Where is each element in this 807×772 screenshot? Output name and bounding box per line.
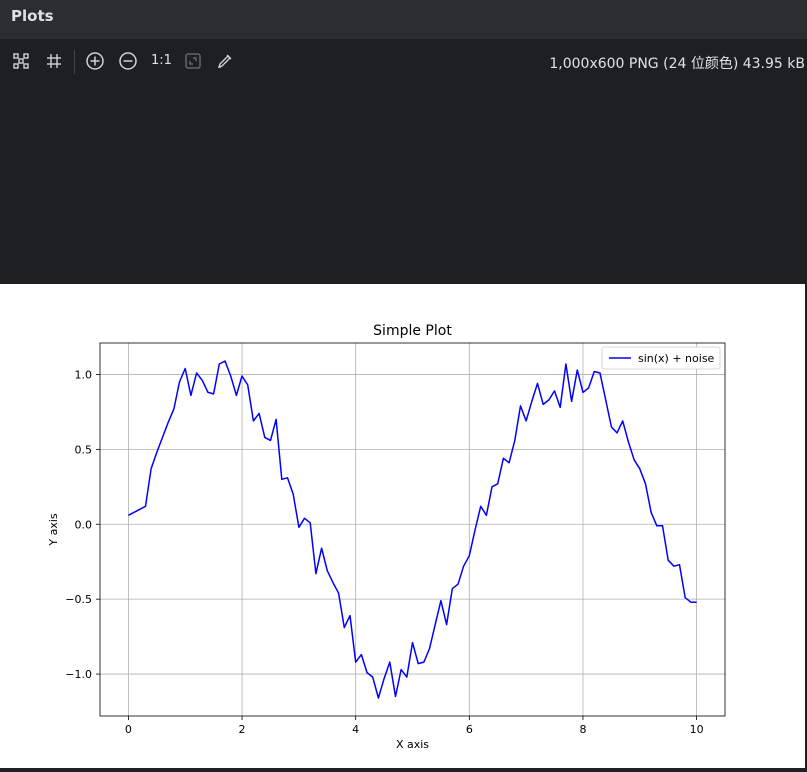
- x-tick-label: 4: [352, 723, 359, 736]
- y-tick-label: −1.0: [65, 668, 92, 681]
- title-bar: Plots: [0, 0, 807, 39]
- zoom-in-icon[interactable]: [84, 50, 106, 72]
- plot-frame: [99, 342, 726, 717]
- image-toolbar: 1:1 1,000x600 PNG (24 位颜色) 43.95 kB: [0, 39, 807, 85]
- fit-icon[interactable]: [10, 50, 32, 72]
- x-tick-label: 0: [125, 723, 132, 736]
- y-axis-label: Y axis: [47, 513, 60, 547]
- line-chart: 0 2 4 6 8 10 −1.0 −0.5 0.0 0.5 1.0 Simple Plot X axi…: [47, 323, 726, 751]
- y-tick-label: −0.5: [65, 593, 92, 606]
- image-viewer-background: [0, 85, 807, 284]
- toolbar-separator: [74, 50, 75, 74]
- y-tick-label: 0.5: [75, 443, 93, 456]
- y-tick-label: 0.0: [75, 518, 93, 531]
- x-tick-label: 8: [579, 723, 586, 736]
- series-line: [128, 360, 697, 699]
- plot-image: 0 2 4 6 8 10 −1.0 −0.5 0.0 0.5 1.0 Simple Plot X axi…: [0, 284, 805, 768]
- window-title: Plots: [11, 7, 54, 25]
- image-info: 1,000x600 PNG (24 位颜色) 43.95 kB: [549, 56, 805, 72]
- bottom-strip: [0, 768, 807, 772]
- fit-window-icon[interactable]: [182, 50, 204, 72]
- grid-icon[interactable]: [43, 50, 65, 72]
- x-axis-label: X axis: [396, 738, 429, 751]
- legend-label: sin(x) + noise: [638, 352, 715, 365]
- chart-title: Simple Plot: [373, 323, 452, 339]
- y-tick-label: 1.0: [75, 368, 93, 381]
- x-tick-label: 10: [690, 723, 704, 736]
- actual-size-button[interactable]: 1:1: [151, 53, 172, 68]
- legend: sin(x) + noise: [601, 346, 721, 370]
- zoom-out-icon[interactable]: [117, 50, 139, 72]
- x-tick-label: 2: [239, 723, 246, 736]
- x-tick-label: 6: [466, 723, 473, 736]
- color-picker-icon[interactable]: [214, 50, 236, 72]
